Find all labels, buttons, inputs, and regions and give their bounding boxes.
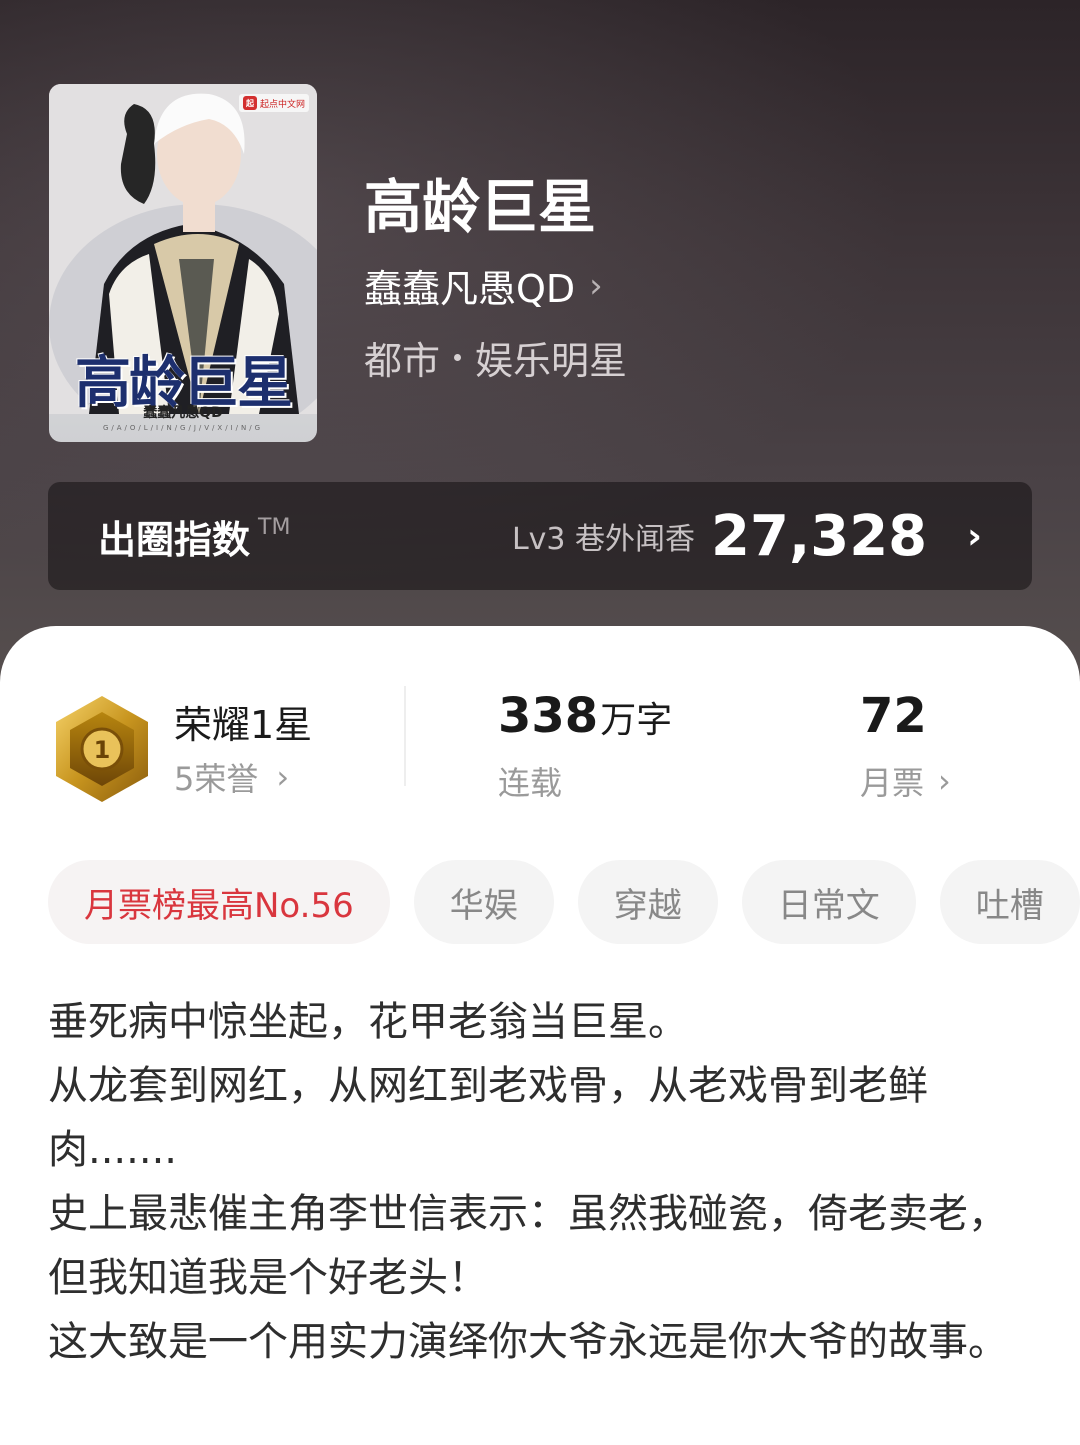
genre-main[interactable]: 都市 <box>364 330 440 385</box>
monthly-ticket-label: 月票 <box>860 764 925 802</box>
cover-pinyin: G/A/O/L/I/N/G/J/V/X/I/N/G <box>102 424 264 432</box>
honor-medal-icon[interactable]: 1 <box>52 694 152 804</box>
svg-text:1: 1 <box>94 736 111 764</box>
chevron-right-icon: › <box>276 758 290 796</box>
book-detail-panel: 1 荣耀1星 5荣誉 › 338 万字 连载 72 月票 › 月票榜最高No.5… <box>0 626 1080 1445</box>
stats-row: 1 荣耀1星 5荣誉 › 338 万字 连载 72 月票 › <box>0 626 1080 816</box>
tag-rank[interactable]: 月票榜最高No.56 <box>48 860 390 944</box>
genre-row: 都市 娱乐明星 <box>364 330 627 385</box>
stats-divider <box>404 686 406 786</box>
tag-list: 月票榜最高No.56 华娱 穿越 日常文 吐槽 <box>48 860 1080 944</box>
index-value-group: Lv3 巷外闻香 27,328 › <box>512 504 982 569</box>
tag-item[interactable]: 华娱 <box>413 860 554 944</box>
description-line: 这大致是一个用实力演绎你大爷永远是你大爷的故事。 <box>48 1319 1008 1365</box>
publisher-badge: 起 起点中文网 <box>238 94 309 112</box>
author-name: 蠢蠢凡愚QD <box>364 267 576 311</box>
author-link[interactable]: 蠢蠢凡愚QD › <box>364 258 603 313</box>
index-label: 出圈指数 <box>98 517 251 562</box>
monthly-ticket-link[interactable]: 月票 › <box>860 758 951 804</box>
tag-item[interactable]: 穿越 <box>577 860 718 944</box>
book-title: 高龄巨星 <box>364 173 597 241</box>
honor-title[interactable]: 荣耀1星 <box>174 694 312 749</box>
publisher-name: 起点中文网 <box>259 99 305 110</box>
monthly-ticket-count: 72 <box>860 688 927 744</box>
honor-link[interactable]: 5荣誉 › <box>174 754 289 800</box>
index-score: 27,328 <box>711 503 928 569</box>
word-count-unit: 万字 <box>600 700 673 741</box>
cover-author: 蠢蠢凡愚QD <box>143 405 223 421</box>
serial-status: 连载 <box>498 764 563 802</box>
book-cover[interactable]: 起 起点中文网 高龄巨星 蠢蠢凡愚QD G/A/O/L/I/N/G/J/V/X/… <box>49 84 317 442</box>
publisher-logo-icon: 起 <box>242 96 257 110</box>
influence-index-bar[interactable]: 出圈指数 TM Lv3 巷外闻香 27,328 › <box>48 482 1032 590</box>
book-description[interactable]: 垂死病中惊坐起，花甲老翁当巨星。 从龙套到网红，从网红到老戏骨，从老戏骨到老鲜肉… <box>48 990 1008 1374</box>
word-count: 338 万字 <box>498 688 672 744</box>
description-line: 史上最悲催主角李世信表示：虽然我碰瓷，倚老卖老，但我知道我是个好老头！ <box>48 1191 1008 1301</box>
separator-dot <box>454 354 462 361</box>
tag-item[interactable]: 吐槽 <box>939 860 1080 944</box>
chevron-right-icon: › <box>967 515 982 557</box>
honor-count: 5荣誉 <box>174 760 259 798</box>
book-header: 起 起点中文网 高龄巨星 蠢蠢凡愚QD G/A/O/L/I/N/G/J/V/X/… <box>0 0 1080 700</box>
description-line: 垂死病中惊坐起，花甲老翁当巨星。 <box>48 999 688 1045</box>
genre-sub[interactable]: 娱乐明星 <box>475 330 627 385</box>
chevron-right-icon: › <box>938 762 951 800</box>
tag-item[interactable]: 日常文 <box>741 860 916 944</box>
word-count-number: 338 <box>498 688 599 744</box>
description-line: 从龙套到网红，从网红到老戏骨，从老戏骨到老鲜肉....... <box>48 1063 928 1173</box>
chevron-right-icon: › <box>589 265 603 306</box>
index-level: Lv3 巷外闻香 <box>511 522 696 557</box>
trademark-mark: TM <box>258 514 291 540</box>
